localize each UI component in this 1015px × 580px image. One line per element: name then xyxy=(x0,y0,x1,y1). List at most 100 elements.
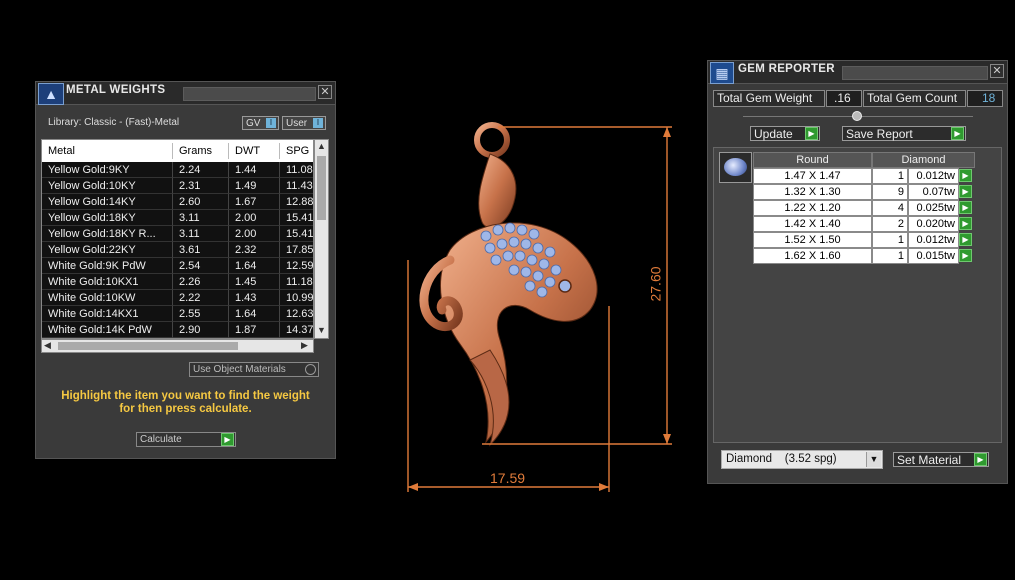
gem-row[interactable]: 1.22 X 1.20 4 0.025tw ▶ xyxy=(753,200,974,216)
gem-stone xyxy=(528,228,540,240)
hint-text: Highlight the item you want to find the … xyxy=(36,390,335,416)
table-row[interactable]: Yellow Gold:18KY 3.11 2.00 15.41 xyxy=(42,210,313,226)
table-body: Yellow Gold:9KY 2.24 1.44 11.08 Yellow Gold:… xyxy=(42,162,313,338)
horizontal-scrollbar[interactable]: ◀ ▶ xyxy=(41,339,314,353)
gv-toggle[interactable]: GV I xyxy=(242,116,279,130)
play-icon[interactable]: ▶ xyxy=(959,169,972,182)
gem-stone xyxy=(480,230,492,242)
gem-cell-size: 1.22 X 1.20 xyxy=(753,200,872,216)
cell-spg: 11.43 xyxy=(279,178,313,194)
round-gem-thumbnail-icon[interactable] xyxy=(719,152,752,183)
play-icon[interactable]: ▶ xyxy=(959,217,972,230)
width-dim-arrow-left xyxy=(408,483,418,491)
set-material-label: Set Material xyxy=(897,453,962,467)
vertical-scrollbar-track[interactable]: ▲ ▼ xyxy=(314,139,329,339)
gem-cell-size: 1.52 X 1.50 xyxy=(753,232,872,248)
gem-row[interactable]: 1.52 X 1.50 1 0.012tw ▶ xyxy=(753,232,974,248)
total-gem-weight-label: Total Gem Weight xyxy=(713,90,825,107)
gem-cell-tw: 0.012tw xyxy=(908,168,959,184)
column-header-metal[interactable]: Metal xyxy=(42,143,172,159)
cell-metal: Yellow Gold:22KY xyxy=(42,242,172,258)
gem-stone xyxy=(550,264,562,276)
calculate-button[interactable]: Calculate ▶ xyxy=(136,432,236,447)
gem-material-header: Diamond xyxy=(872,152,975,168)
table-row[interactable]: Yellow Gold:14KY 2.60 1.67 12.88 xyxy=(42,194,313,210)
close-icon[interactable]: ✕ xyxy=(990,64,1004,78)
gem-cell-size: 1.42 X 1.40 xyxy=(753,216,872,232)
material-select[interactable]: Diamond (3.52 spg) ▼ xyxy=(721,450,883,469)
table-row[interactable]: Yellow Gold:18KY R... 3.11 2.00 15.41 xyxy=(42,226,313,242)
play-icon[interactable]: ▶ xyxy=(959,233,972,246)
cell-dwt: 2.32 xyxy=(228,242,279,258)
gem-row[interactable]: 1.62 X 1.60 1 0.015tw ▶ xyxy=(753,248,974,264)
cell-dwt: 2.00 xyxy=(228,210,279,226)
update-label: Update xyxy=(754,127,793,141)
column-header-dwt[interactable]: DWT xyxy=(228,143,279,159)
scroll-left-icon[interactable]: ◀ xyxy=(44,340,51,351)
cell-dwt: 1.43 xyxy=(228,290,279,306)
cell-metal: White Gold:9K PdW xyxy=(42,258,172,274)
gem-row[interactable]: 1.42 X 1.40 2 0.020tw ▶ xyxy=(753,216,974,232)
table-row[interactable]: White Gold:14KX1 2.55 1.64 12.63 xyxy=(42,306,313,322)
table-row[interactable]: Yellow Gold:9KY 2.24 1.44 11.08 xyxy=(42,162,313,178)
total-gem-weight-value: .16 xyxy=(826,90,862,107)
table-row[interactable]: White Gold:9K PdW 2.54 1.64 12.59 xyxy=(42,258,313,274)
cell-grams: 2.54 xyxy=(172,258,228,274)
gem-stone xyxy=(516,224,528,236)
height-dimension-label: 27.60 xyxy=(647,266,664,302)
total-gem-count-value: 18 xyxy=(967,90,1003,107)
height-dim-arrow-bottom xyxy=(663,434,671,444)
gv-indicator-icon: I xyxy=(266,118,276,128)
table-row[interactable]: White Gold:14K PdW 2.90 1.87 14.37 xyxy=(42,322,313,338)
play-icon[interactable]: ▶ xyxy=(959,249,972,262)
metal-weights-table: Metal Grams DWT SPG Yellow Gold:9KY 2.24 1… xyxy=(41,139,314,339)
gem-stone xyxy=(492,224,504,236)
cell-spg: 12.63 xyxy=(279,306,313,322)
gem-cell-size: 1.32 X 1.30 xyxy=(753,184,872,200)
gem-cell-size: 1.62 X 1.60 xyxy=(753,248,872,264)
column-header-spg[interactable]: SPG xyxy=(279,143,313,159)
gem-stone xyxy=(526,254,538,266)
save-report-button[interactable]: Save Report ▶ xyxy=(842,126,966,141)
metal-weights-titlebar[interactable]: ▲ METAL WEIGHTS ✕ xyxy=(36,82,335,105)
table-row[interactable]: Yellow Gold:22KY 3.61 2.32 17.85 xyxy=(42,242,313,258)
play-icon[interactable]: ▶ xyxy=(959,185,972,198)
table-row[interactable]: White Gold:10KX1 2.26 1.45 11.18 xyxy=(42,274,313,290)
gem-stone xyxy=(490,254,502,266)
scroll-right-icon[interactable]: ▶ xyxy=(301,340,308,351)
panel-title: GEM REPORTER xyxy=(738,63,835,75)
cell-spg: 10.99 xyxy=(279,290,313,306)
scroll-up-icon[interactable]: ▲ xyxy=(317,141,326,151)
cell-grams: 2.22 xyxy=(172,290,228,306)
gem-stone xyxy=(536,286,548,298)
gem-reporter-titlebar[interactable]: ▦ GEM REPORTER ✕ xyxy=(708,61,1007,84)
gem-row[interactable]: 1.47 X 1.47 1 0.012tw ▶ xyxy=(753,168,974,184)
divider-handle-icon[interactable] xyxy=(852,111,862,121)
user-toggle[interactable]: User I xyxy=(282,116,326,130)
gem-stone xyxy=(520,238,532,250)
update-button[interactable]: Update ▶ xyxy=(750,126,820,141)
play-icon: ▶ xyxy=(974,453,987,466)
cell-dwt: 1.49 xyxy=(228,178,279,194)
cell-dwt: 1.87 xyxy=(228,322,279,338)
gem-stone xyxy=(532,242,544,254)
height-dim-arrow-top xyxy=(663,127,671,137)
close-icon[interactable]: ✕ xyxy=(318,85,332,99)
gem-cell-count: 1 xyxy=(872,232,908,248)
scroll-thumb-horizontal[interactable] xyxy=(58,342,238,350)
use-object-materials-checkbox[interactable]: Use Object Materials xyxy=(189,362,319,377)
set-material-button[interactable]: Set Material ▶ xyxy=(893,452,989,467)
gem-cell-count: 2 xyxy=(872,216,908,232)
table-row[interactable]: White Gold:10KW 2.22 1.43 10.99 xyxy=(42,290,313,306)
scroll-thumb[interactable] xyxy=(317,156,326,220)
gem-row[interactable]: 1.32 X 1.30 9 0.07tw ▶ xyxy=(753,184,974,200)
column-header-grams[interactable]: Grams xyxy=(172,143,228,159)
play-icon[interactable]: ▶ xyxy=(959,201,972,214)
scroll-down-icon[interactable]: ▼ xyxy=(317,325,326,335)
pendant-top-fin xyxy=(478,153,517,228)
chevron-down-icon[interactable]: ▼ xyxy=(866,452,881,467)
gem-cell-tw: 0.012tw xyxy=(908,232,959,248)
table-row[interactable]: Yellow Gold:10KY 2.31 1.49 11.43 xyxy=(42,178,313,194)
gem-stone xyxy=(502,250,514,262)
cell-grams: 2.55 xyxy=(172,306,228,322)
